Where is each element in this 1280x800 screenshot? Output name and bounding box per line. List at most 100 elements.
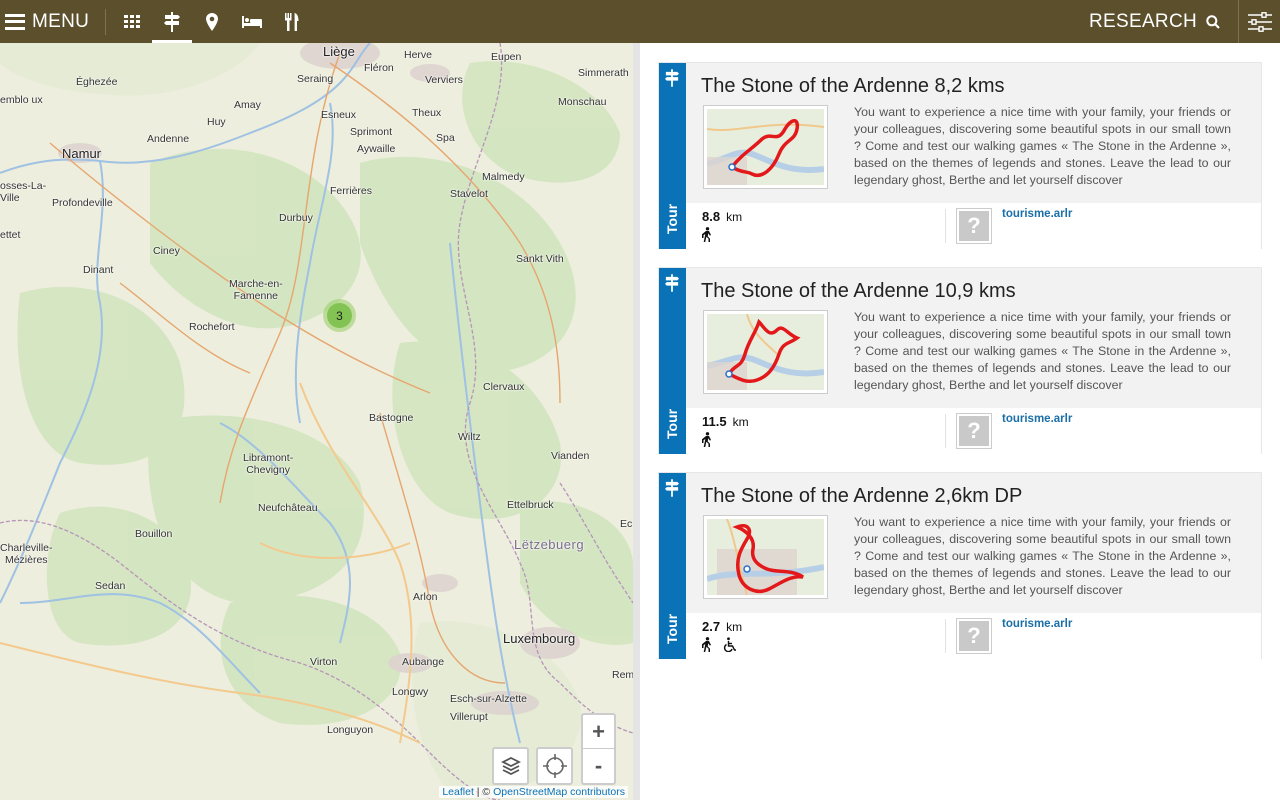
hamburger-icon — [5, 13, 25, 30]
distance-unit: km — [726, 210, 743, 224]
filters-button[interactable] — [1238, 0, 1280, 43]
distance-unit: km — [732, 415, 749, 429]
leaflet-link[interactable]: Leaflet — [442, 786, 474, 798]
zoom-in-button[interactable]: + — [583, 715, 614, 749]
result-description: You want to experience a nice time with … — [854, 515, 1231, 597]
result-card[interactable]: Tour The Stone of the Ardenne 2,6km DP Y… — [658, 472, 1262, 659]
town-label: Wiltz — [458, 431, 481, 443]
menu-button[interactable]: MENU — [0, 0, 99, 43]
question-mark-icon: ? — [959, 416, 989, 446]
result-title[interactable]: The Stone of the Ardenne 8,2 kms — [701, 75, 1005, 98]
panel-divider — [633, 43, 640, 800]
zoom-control: + - — [581, 713, 616, 785]
question-mark-icon: ? — [959, 621, 989, 651]
town-label: Bouillon — [135, 528, 173, 540]
town-label: Ferrières — [330, 185, 373, 197]
town-label: Luxembourg — [503, 631, 576, 646]
restaurants-tab[interactable] — [272, 0, 312, 43]
town-label: Malmedy — [482, 171, 525, 183]
town-label: Ettelbruck — [507, 499, 554, 511]
locate-button[interactable] — [536, 747, 573, 785]
layers-icon — [500, 756, 521, 776]
result-title[interactable]: The Stone of the Ardenne 10,9 kms — [701, 280, 1016, 303]
category-label: Tour — [664, 408, 680, 439]
town-label: Aubange — [402, 656, 445, 668]
town-label: Verviers — [425, 74, 463, 86]
town-label: ettet — [0, 229, 21, 241]
town-label: Libramont- Chevigny — [243, 452, 294, 476]
source-link[interactable]: tourisme.arlr — [1002, 413, 1072, 425]
town-label: Bastogne — [369, 412, 414, 424]
town-label: Clervaux — [483, 381, 525, 393]
town-label: Villerupt — [450, 711, 488, 723]
town-label: Herve — [404, 49, 433, 61]
town-label: Ec — [620, 518, 633, 530]
town-label: Eupen — [491, 51, 522, 63]
category-strip: Tour — [659, 473, 686, 659]
town-label: Marche-en- Famenne — [229, 278, 283, 302]
distance-value: 11.5 — [702, 414, 727, 429]
marker-cluster[interactable]: 3 — [323, 299, 356, 332]
cluster-count: 3 — [327, 303, 352, 328]
research-button[interactable]: RESEARCH — [1089, 11, 1238, 33]
town-label: Arlon — [413, 591, 438, 603]
result-description: You want to experience a nice time with … — [854, 105, 1231, 187]
zoom-out-button[interactable]: - — [583, 749, 614, 783]
distance: 2.7 km — [702, 619, 742, 634]
map-attribution: Leaflet | © OpenStreetMap contributors — [439, 786, 628, 798]
town-label: Durbuy — [279, 212, 313, 224]
town-label: Charleville- Mézières — [0, 542, 53, 566]
result-description: You want to experience a nice time with … — [854, 310, 1231, 392]
tours-tab[interactable] — [152, 0, 193, 43]
town-label: Sprimont — [350, 126, 393, 138]
divider — [945, 209, 946, 243]
map-view[interactable]: Liège Herve Eupen Simmerath Éghezée Sera… — [0, 43, 633, 800]
town-label: Neufchâteau — [258, 502, 318, 514]
town-label: Aywaille — [357, 143, 396, 155]
result-card[interactable]: Tour The Stone of the Ardenne 10,9 kms Y… — [658, 267, 1262, 454]
town-label: Andenne — [147, 133, 190, 145]
distance-value: 8.8 — [702, 209, 721, 224]
town-label: Longwy — [392, 686, 429, 698]
route-map-image — [706, 518, 825, 596]
route-thumbnail[interactable] — [703, 310, 828, 394]
town-label: Namur — [62, 146, 102, 161]
signpost-icon — [665, 69, 679, 87]
town-label: Amay — [234, 99, 261, 111]
walking-icon — [702, 227, 711, 242]
grid-view-button[interactable] — [112, 0, 152, 43]
signpost-icon — [665, 479, 679, 497]
source-link[interactable]: tourisme.arlr — [1002, 618, 1072, 630]
accommodation-tab[interactable] — [232, 0, 272, 43]
result-card[interactable]: Tour The Stone of the Ardenne 8,2 kms Yo… — [658, 62, 1262, 249]
town-label: Rochefort — [189, 321, 235, 333]
town-label: Liège — [323, 44, 355, 59]
country-label: Lëtzebuerg — [514, 537, 585, 552]
menu-label: MENU — [32, 10, 90, 32]
town-label: Esch-sur-Alzette — [450, 693, 528, 705]
result-title[interactable]: The Stone of the Ardenne 2,6km DP — [701, 485, 1022, 508]
places-tab[interactable] — [192, 0, 232, 43]
town-label: Sedan — [95, 580, 126, 592]
town-label: Fléron — [364, 62, 394, 74]
layers-button[interactable] — [492, 747, 529, 785]
town-label: Rem — [612, 669, 633, 681]
town-label: Vianden — [551, 450, 590, 462]
category-strip: Tour — [659, 268, 686, 454]
research-label: RESEARCH — [1089, 10, 1197, 32]
route-thumbnail[interactable] — [703, 105, 828, 189]
crosshair-icon — [542, 754, 567, 778]
source-logo-placeholder: ? — [956, 618, 992, 654]
town-label: Simmerath — [578, 67, 629, 79]
town-label: Ciney — [153, 245, 180, 257]
route-thumbnail[interactable] — [703, 515, 828, 599]
source-link[interactable]: tourisme.arlr — [1002, 208, 1072, 220]
town-label: Seraing — [297, 73, 334, 85]
divider — [945, 414, 946, 448]
town-label: Esneux — [321, 109, 357, 121]
town-label: Profondeville — [52, 197, 113, 209]
osm-link[interactable]: OpenStreetMap contributors — [493, 786, 625, 798]
signpost-icon — [665, 274, 679, 292]
map-pin-icon — [206, 12, 219, 31]
town-label: Longuyon — [327, 724, 374, 736]
